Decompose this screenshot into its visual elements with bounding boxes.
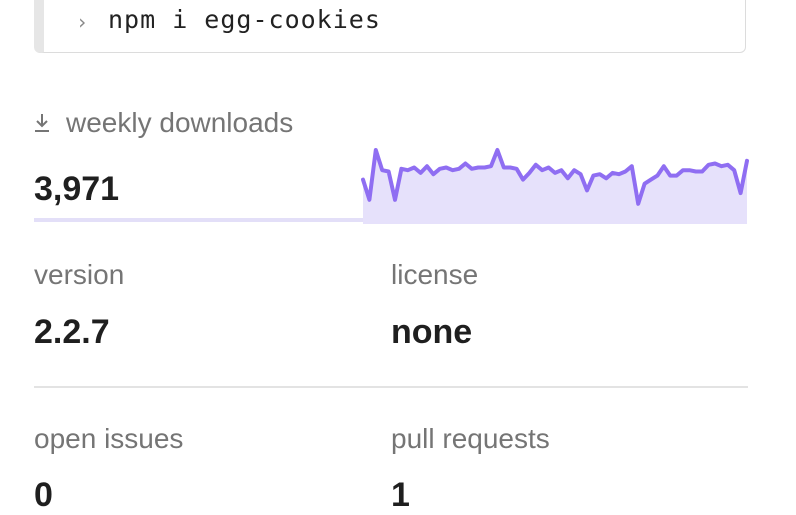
open-issues-label: open issues [34, 423, 184, 454]
downloads-sparkline [361, 148, 749, 224]
version-label: version [34, 259, 125, 290]
weekly-downloads-label: weekly downloads [66, 107, 294, 138]
install-command-box[interactable]: › npm i egg-cookies [34, 0, 746, 53]
prompt-chevron-icon: › [76, 10, 89, 34]
downloads-underline [34, 218, 364, 222]
version-value: 2.2.7 [34, 313, 110, 351]
pull-requests-label: pull requests [391, 423, 550, 454]
weekly-downloads-value: 3,971 [34, 170, 120, 208]
sparkline-area [363, 150, 747, 224]
license-value: none [391, 313, 473, 351]
section-divider [34, 386, 748, 388]
license-label: license [391, 259, 479, 290]
download-icon [35, 114, 49, 132]
install-command[interactable]: npm i egg-cookies [108, 5, 381, 34]
